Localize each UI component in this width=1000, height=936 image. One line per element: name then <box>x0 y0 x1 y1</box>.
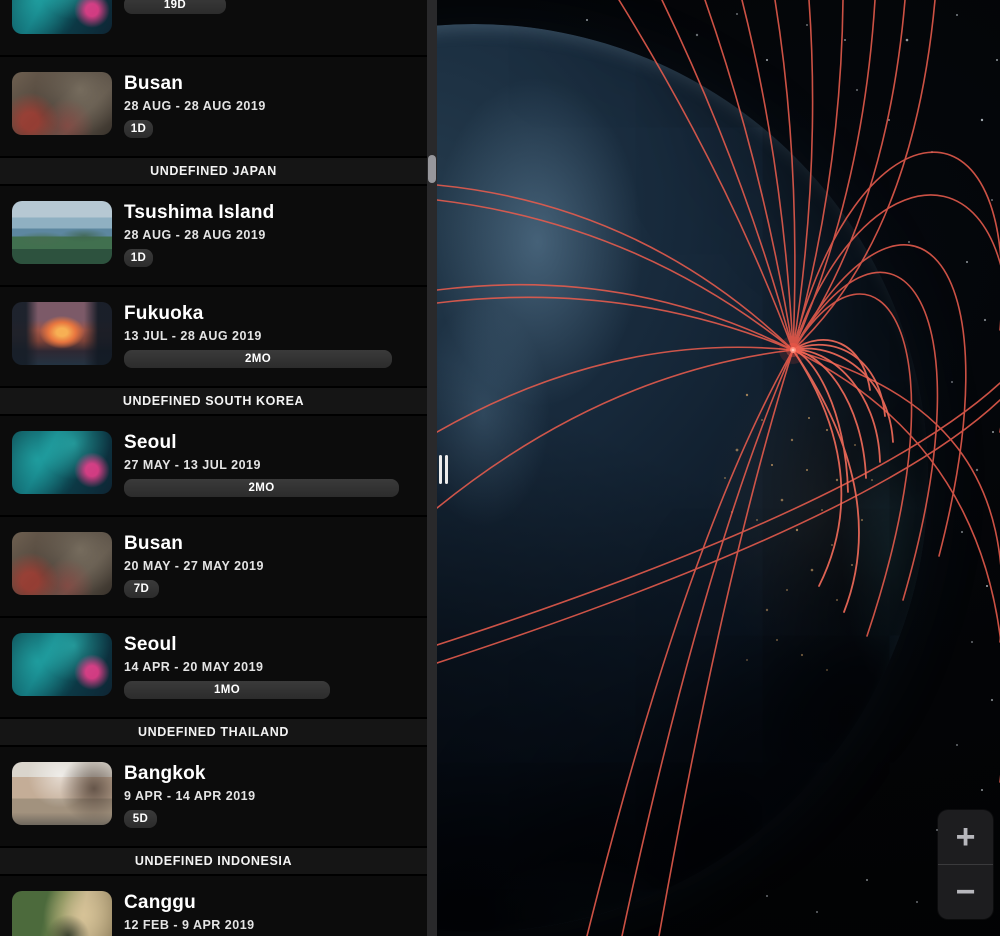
trip-duration-badge: 1D <box>124 120 153 138</box>
route-arc <box>792 347 894 443</box>
route-arc <box>792 271 939 601</box>
trips-list: 28 AUG - 16 SEP 2019 19D Busan 28 AUG - … <box>0 0 427 936</box>
route-arc <box>658 349 794 936</box>
trip-card[interactable]: Fukuoka 13 JUL - 28 AUG 2019 2MO <box>0 287 427 386</box>
resize-grip-bar <box>439 455 442 484</box>
route-arc <box>437 283 794 351</box>
section-header-label: UNDEFINED SOUTH KOREA <box>122 394 305 408</box>
trips-sidebar: 28 AUG - 16 SEP 2019 19D Busan 28 AUG - … <box>0 0 427 936</box>
tsushima-island-thumbnail <box>12 201 112 264</box>
trip-card[interactable]: Bangkok 9 APR - 14 APR 2019 5D <box>0 747 427 846</box>
travel-app-window: 28 AUG - 16 SEP 2019 19D Busan 28 AUG - … <box>0 0 1000 936</box>
trip-city: Seoul <box>124 432 177 453</box>
route-arc <box>792 244 967 557</box>
plus-icon: + <box>955 818 976 856</box>
route-arcs-short-hops <box>792 339 894 613</box>
route-arc <box>792 151 1000 351</box>
zoom-in-button[interactable]: + <box>938 810 993 864</box>
trip-duration-badge: 2MO <box>124 350 392 368</box>
globe-map[interactable]: + − <box>437 0 1000 936</box>
panel-resize-handle[interactable] <box>439 455 448 484</box>
trip-date-range: 20 MAY - 27 MAY 2019 <box>124 559 264 573</box>
trip-card[interactable]: 28 AUG - 16 SEP 2019 19D <box>0 0 427 55</box>
route-arc <box>437 382 1000 646</box>
route-hub <box>779 336 807 364</box>
route-arc <box>792 0 876 351</box>
trip-duration-badge: 7D <box>124 580 159 598</box>
seoul-neon-thumbnail <box>12 633 112 696</box>
trip-city: Busan <box>124 533 184 554</box>
trip-date-range: 12 FEB - 9 APR 2019 <box>124 918 255 932</box>
trip-duration-badge: 1MO <box>124 681 330 699</box>
route-arc <box>437 349 794 509</box>
route-arc <box>792 0 814 351</box>
route-arc <box>792 349 843 587</box>
trip-date-range: 9 APR - 14 APR 2019 <box>124 789 256 803</box>
flight-routes-layer <box>437 0 1000 936</box>
trip-date-range: 27 MAY - 13 JUL 2019 <box>124 458 261 472</box>
trip-duration-badge: 5D <box>124 810 157 828</box>
route-arc <box>792 0 906 351</box>
route-arc <box>792 349 1000 783</box>
trip-city: Fukuoka <box>124 303 204 324</box>
route-arc <box>437 346 794 433</box>
busan-market-thumbnail <box>12 72 112 135</box>
zoom-out-button[interactable]: − <box>938 865 993 919</box>
route-arc <box>792 349 1000 643</box>
resize-grip-bar <box>445 455 448 484</box>
trip-date-range: 28 AUG - 28 AUG 2019 <box>124 99 266 113</box>
trip-duration-badge: 1D <box>124 249 153 267</box>
trip-card[interactable]: Seoul 27 MAY - 13 JUL 2019 2MO <box>0 416 427 515</box>
route-arc <box>586 349 794 936</box>
section-header-label: UNDEFINED THAILAND <box>137 725 290 739</box>
canggu-street-thumbnail <box>12 891 112 936</box>
fukuoka-sunset-thumbnail <box>12 302 112 365</box>
scrollbar-thumb[interactable] <box>428 155 436 183</box>
trip-card[interactable]: Seoul 14 APR - 20 MAY 2019 1MO <box>0 618 427 717</box>
trip-duration-badge: 19D <box>124 0 226 14</box>
trip-city: Seoul <box>124 634 177 655</box>
trip-city: Canggu <box>124 892 196 913</box>
trip-date-range: 28 AUG - 28 AUG 2019 <box>124 228 266 242</box>
trip-date-range: 14 APR - 20 MAY 2019 <box>124 660 264 674</box>
seoul-neon-thumbnail <box>12 0 112 34</box>
route-arc <box>661 0 794 351</box>
section-header-label: UNDEFINED JAPAN <box>150 164 277 178</box>
trip-city: Bangkok <box>124 763 206 784</box>
trip-date-range: 13 JUL - 28 AUG 2019 <box>124 329 262 343</box>
sidebar-scrollbar[interactable] <box>427 0 437 936</box>
route-arc <box>437 296 794 351</box>
section-header-indonesia: UNDEFINED INDONESIA <box>0 848 427 874</box>
trip-city: Busan <box>124 73 184 94</box>
trip-card[interactable]: Busan 28 AUG - 28 AUG 2019 1D <box>0 57 427 156</box>
section-header-japan: UNDEFINED JAPAN <box>0 158 427 184</box>
busan-market-thumbnail <box>12 532 112 595</box>
seoul-neon-thumbnail <box>12 431 112 494</box>
bangkok-street-thumbnail <box>12 762 112 825</box>
city-lights <box>724 393 873 671</box>
trip-card[interactable]: Busan 20 MAY - 27 MAY 2019 7D <box>0 517 427 616</box>
trip-card[interactable]: Tsushima Island 28 AUG - 28 AUG 2019 1D <box>0 186 427 285</box>
trip-duration-badge: 2MO <box>124 479 399 497</box>
trip-card[interactable]: Canggu 12 FEB - 9 APR 2019 <box>0 876 427 936</box>
section-header-label: UNDEFINED INDONESIA <box>134 854 293 868</box>
section-header-thailand: UNDEFINED THAILAND <box>0 719 427 745</box>
minus-icon: − <box>955 873 976 911</box>
route-arc <box>792 194 1000 433</box>
route-arc <box>437 399 1000 664</box>
zoom-controls: + − <box>938 810 993 919</box>
section-header-south-korea: UNDEFINED SOUTH KOREA <box>0 388 427 414</box>
route-arc <box>741 0 794 351</box>
trip-city: Tsushima Island <box>124 202 275 223</box>
route-arcs <box>437 0 1000 936</box>
